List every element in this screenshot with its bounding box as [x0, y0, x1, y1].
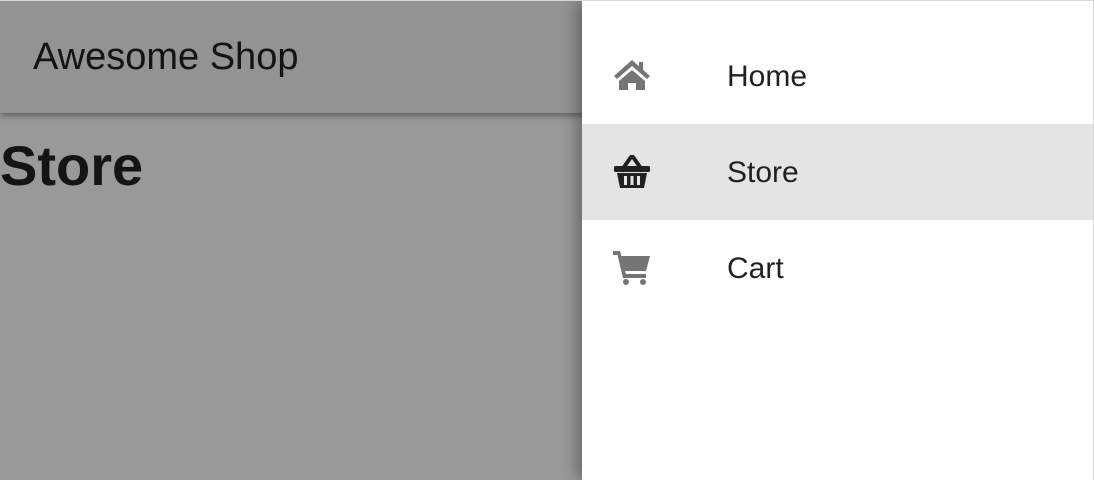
drawer-item-label: Store [727, 156, 799, 189]
nav-drawer: Home Store Cart [582, 1, 1094, 480]
drawer-item-label: Home [727, 60, 808, 93]
cart-icon [613, 251, 650, 285]
drawer-item-store[interactable]: Store [582, 124, 1093, 220]
drawer-item-cart[interactable]: Cart [582, 220, 1093, 316]
home-icon [614, 60, 650, 90]
drawer-item-home[interactable]: Home [582, 28, 1093, 124]
basket-icon [614, 155, 650, 188]
drawer-item-label: Cart [727, 252, 784, 285]
app-window: Awesome Shop Store Home Store Cart [0, 0, 1094, 480]
